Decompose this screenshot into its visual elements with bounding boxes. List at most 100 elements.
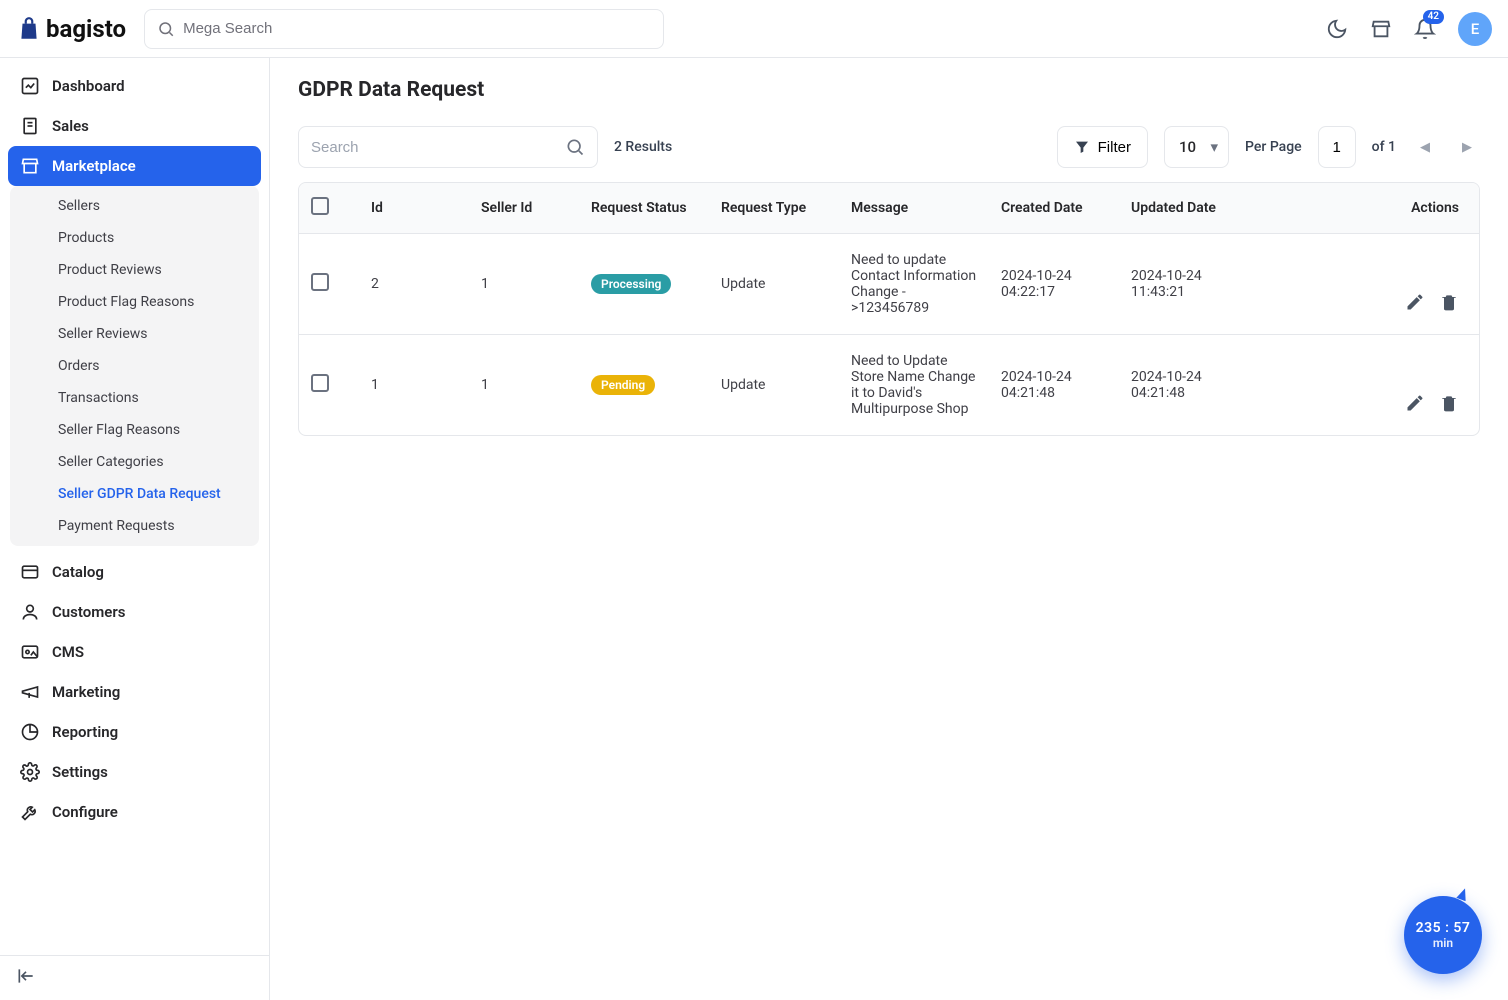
sidebar-item-sales[interactable]: Sales [8,106,261,146]
col-type[interactable]: Request Type [709,183,839,234]
sidebar-item-label: Customers [52,603,125,621]
search-icon [565,137,585,157]
perpage-select[interactable]: 10 [1164,126,1229,168]
sidebar-item-label: CMS [52,643,84,661]
status-badge: Processing [591,274,671,294]
cell-updated: 2024-10-24 04:21:48 [1119,335,1249,436]
next-page-button[interactable]: ▶ [1454,136,1480,159]
cell-type: Update [709,234,839,335]
subnav-seller-gdpr[interactable]: Seller GDPR Data Request [10,478,259,510]
sidebar-item-marketing[interactable]: Marketing [8,672,261,712]
subnav-product-flag-reasons[interactable]: Product Flag Reasons [10,286,259,318]
cell-seller-id: 1 [469,234,579,335]
delete-button[interactable] [1439,292,1459,312]
sidebar-item-reporting[interactable]: Reporting [8,712,261,752]
subnav-seller-flag-reasons[interactable]: Seller Flag Reasons [10,414,259,446]
pencil-icon [1405,292,1425,312]
row-checkbox[interactable] [311,273,329,291]
dashboard-icon [20,76,40,96]
col-id[interactable]: Id [359,183,469,234]
catalog-icon [20,562,40,582]
sidebar-item-label: Catalog [52,563,104,581]
brand-name: bagisto [46,15,126,43]
sidebar-item-settings[interactable]: Settings [8,752,261,792]
marketing-icon [20,682,40,702]
timer-widget[interactable]: 235 : 57 min [1404,896,1482,974]
col-status[interactable]: Request Status [579,183,709,234]
main-content: GDPR Data Request 2 Results Filter 10 Pe… [270,58,1508,1000]
sidebar-item-cms[interactable]: CMS [8,632,261,672]
current-page-input[interactable] [1318,126,1356,168]
page-title: GDPR Data Request [298,78,1480,102]
subnav-products[interactable]: Products [10,222,259,254]
filter-icon [1074,139,1090,155]
edit-button[interactable] [1405,292,1425,312]
results-count: 2 Results [614,139,672,155]
avatar[interactable]: E [1458,12,1492,46]
prev-page-button[interactable]: ◀ [1412,136,1438,159]
filter-button[interactable]: Filter [1057,126,1148,168]
notification-badge: 42 [1423,10,1444,24]
table-header-row: Id Seller Id Request Status Request Type… [299,183,1479,234]
subnav-sellers[interactable]: Sellers [10,190,259,222]
select-all-checkbox[interactable] [311,197,329,215]
sidebar-item-label: Settings [52,763,108,781]
settings-icon [20,762,40,782]
total-pages-text: of 1 [1372,139,1396,155]
subnav-payment-requests[interactable]: Payment Requests [10,510,259,542]
perpage-label: Per Page [1245,139,1302,155]
status-badge: Pending [591,375,655,395]
customers-icon [20,602,40,622]
sales-icon [20,116,40,136]
store-icon [1370,18,1392,40]
subnav-seller-categories[interactable]: Seller Categories [10,446,259,478]
notifications-button[interactable]: 42 [1414,18,1436,40]
sidebar-item-catalog[interactable]: Catalog [8,552,261,592]
data-table: Id Seller Id Request Status Request Type… [298,182,1480,436]
mega-search-input[interactable] [183,20,651,37]
brand-logo[interactable]: bagisto [16,15,126,43]
collapse-icon [16,966,36,986]
sidebar-item-configure[interactable]: Configure [8,792,261,832]
subnav-product-reviews[interactable]: Product Reviews [10,254,259,286]
subnav-transactions[interactable]: Transactions [10,382,259,414]
delete-button[interactable] [1439,393,1459,413]
dark-mode-toggle[interactable] [1326,18,1348,40]
sidebar: Dashboard Sales Marketplace Sellers Prod… [0,58,270,1000]
cell-updated: 2024-10-24 11:43:21 [1119,234,1249,335]
sidebar-item-dashboard[interactable]: Dashboard [8,66,261,106]
sidebar-item-label: Marketplace [52,157,136,175]
table-search-input[interactable] [311,139,565,156]
table-row: 1 1 Pending Update Need to Update Store … [299,335,1479,436]
sidebar-item-marketplace[interactable]: Marketplace [8,146,261,186]
sidebar-item-customers[interactable]: Customers [8,592,261,632]
marketplace-icon [20,156,40,176]
search-icon [157,20,175,38]
col-seller-id[interactable]: Seller Id [469,183,579,234]
cell-id: 1 [359,335,469,436]
sidebar-item-label: Sales [52,117,89,135]
topbar-actions: 42 E [1326,12,1492,46]
col-message[interactable]: Message [839,183,989,234]
subnav-orders[interactable]: Orders [10,350,259,382]
topbar: bagisto 42 E [0,0,1508,58]
cell-seller-id: 1 [469,335,579,436]
col-created[interactable]: Created Date [989,183,1119,234]
cell-message: Need to Update Store Name Change it to D… [839,335,989,436]
bag-icon [16,16,42,42]
sidebar-collapse-button[interactable] [16,974,36,990]
trash-icon [1439,393,1459,413]
col-updated[interactable]: Updated Date [1119,183,1249,234]
sidebar-item-label: Configure [52,803,118,821]
cell-message: Need to update Contact Information Chang… [839,234,989,335]
cell-id: 2 [359,234,469,335]
subnav-seller-reviews[interactable]: Seller Reviews [10,318,259,350]
marketplace-subnav: Sellers Products Product Reviews Product… [10,186,259,546]
mega-search[interactable] [144,9,664,49]
sidebar-item-label: Marketing [52,683,120,701]
sidebar-item-label: Dashboard [52,77,125,95]
store-link[interactable] [1370,18,1392,40]
edit-button[interactable] [1405,393,1425,413]
search-box[interactable] [298,126,598,168]
row-checkbox[interactable] [311,374,329,392]
